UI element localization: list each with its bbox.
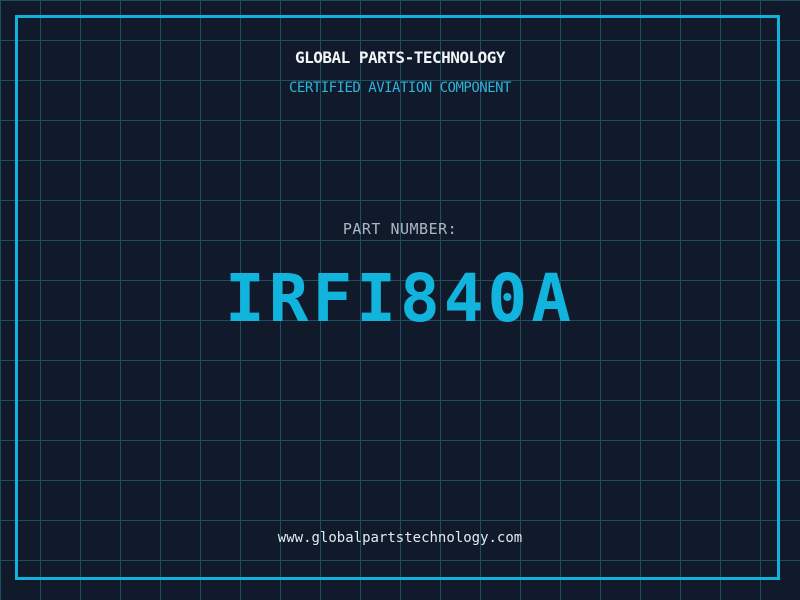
certification-tagline: CERTIFIED AVIATION COMPONENT [288,80,512,96]
part-number-label: PART NUMBER: [342,220,458,238]
part-label-card: GLOBAL PARTS-TECHNOLOGY CERTIFIED AVIATI… [0,0,800,600]
website-url: www.globalpartstechnology.com [277,530,523,546]
part-number-value: IRFI840A [225,260,575,337]
company-name: GLOBAL PARTS-TECHNOLOGY [294,48,506,67]
